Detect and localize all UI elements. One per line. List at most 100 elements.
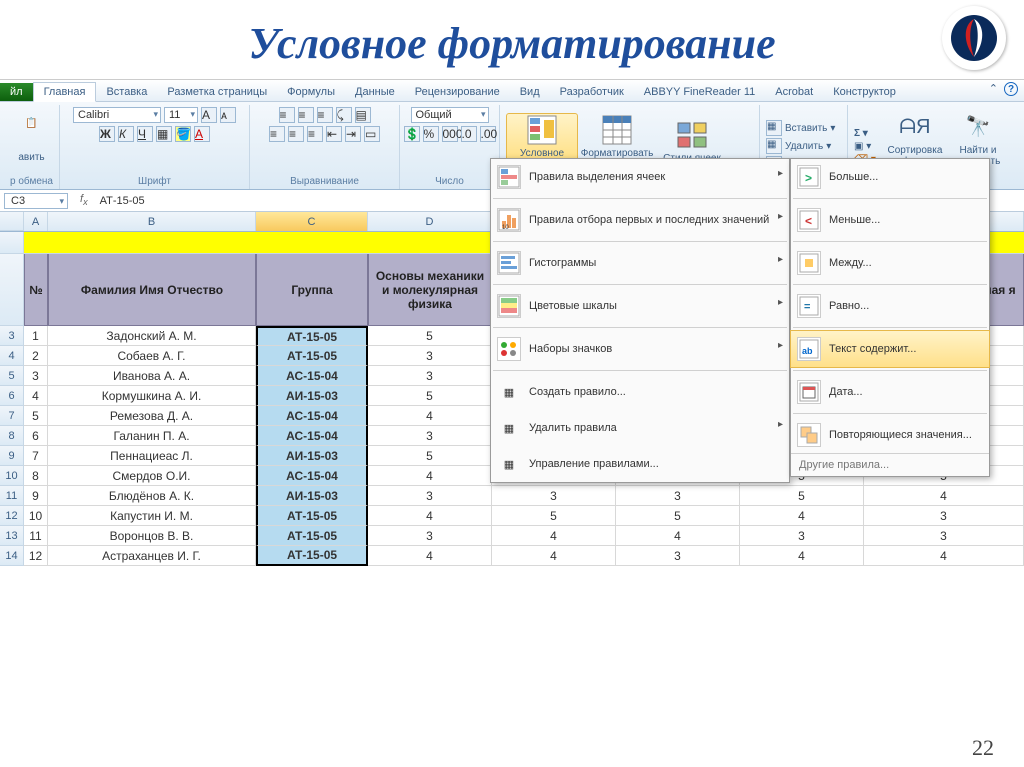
cell-grade1[interactable]: 3 xyxy=(368,426,492,446)
percent-button[interactable]: % xyxy=(423,126,439,142)
row-number[interactable]: 12 xyxy=(0,506,24,526)
cell-grade1[interactable]: 3 xyxy=(368,366,492,386)
cell-group[interactable]: АС-15-04 xyxy=(256,466,368,486)
cell-group[interactable]: АС-15-04 xyxy=(256,406,368,426)
cell-group[interactable]: АИ-15-03 xyxy=(256,446,368,466)
table-row[interactable]: 119Блюдёнов А. К.АИ-15-0333354 xyxy=(0,486,1024,506)
tab-developer[interactable]: Разработчик xyxy=(550,83,634,101)
cell-no[interactable]: 3 xyxy=(24,366,48,386)
cell-no[interactable]: 5 xyxy=(24,406,48,426)
underline-button[interactable]: Ч xyxy=(137,126,153,142)
row-number[interactable]: 10 xyxy=(0,466,24,486)
decrease-decimal-button[interactable]: .00 xyxy=(480,126,496,142)
cell-grade3[interactable]: 5 xyxy=(616,506,740,526)
cell-grade1[interactable]: 5 xyxy=(368,446,492,466)
menu-clear-rules[interactable]: ▦ Удалить правила▸ xyxy=(491,410,789,446)
cell-grade1[interactable]: 3 xyxy=(368,346,492,366)
cell-no[interactable]: 6 xyxy=(24,426,48,446)
cell-grade1[interactable]: 4 xyxy=(368,466,492,486)
cell-grade1[interactable]: 4 xyxy=(368,506,492,526)
cell-no[interactable]: 10 xyxy=(24,506,48,526)
cell-grade6[interactable]: 4 xyxy=(864,486,1024,506)
cell-group[interactable]: АТ-15-05 xyxy=(256,346,368,366)
tab-formulas[interactable]: Формулы xyxy=(277,83,345,101)
cell-grade2[interactable]: 3 xyxy=(492,486,616,506)
minimize-ribbon-icon[interactable]: ⌃ xyxy=(989,82,998,96)
cell-fio[interactable]: Астраханцев И. Г. xyxy=(48,546,256,566)
menu-top-bottom-rules[interactable]: 10 Правила отбора первых и последних зна… xyxy=(491,202,789,238)
cell-grade5[interactable]: 4 xyxy=(740,506,864,526)
col-C[interactable]: C xyxy=(256,212,368,231)
tab-insert[interactable]: Вставка xyxy=(96,83,157,101)
cell-group[interactable]: АТ-15-05 xyxy=(256,506,368,526)
fill-color-button[interactable]: 🪣 xyxy=(175,126,191,142)
cell-grade2[interactable]: 5 xyxy=(492,506,616,526)
tab-file[interactable]: йл xyxy=(0,83,33,101)
row-number[interactable]: 14 xyxy=(0,546,24,566)
cell-group[interactable]: АТ-15-05 xyxy=(256,526,368,546)
autosum-icon[interactable]: Σ ▾ xyxy=(854,128,868,139)
align-top-button[interactable]: ≡ xyxy=(279,107,295,123)
cell-fio[interactable]: Воронцов В. В. xyxy=(48,526,256,546)
comma-style-button[interactable]: 000 xyxy=(442,126,458,142)
fx-icon[interactable]: fx xyxy=(72,193,96,207)
cell-grade3[interactable]: 3 xyxy=(616,486,740,506)
align-middle-button[interactable]: ≡ xyxy=(298,107,314,123)
cell-fio[interactable]: Пеннациеас Л. xyxy=(48,446,256,466)
cell-grade6[interactable]: 3 xyxy=(864,506,1024,526)
row-number[interactable]: 5 xyxy=(0,366,24,386)
submenu-duplicate-values[interactable]: Повторяющиеся значения... xyxy=(791,417,989,453)
table-row[interactable]: 1311Воронцов В. В.АТ-15-0534433 xyxy=(0,526,1024,546)
align-bottom-button[interactable]: ≡ xyxy=(317,107,333,123)
submenu-date[interactable]: Дата... xyxy=(791,374,989,410)
tab-review[interactable]: Рецензирование xyxy=(405,83,510,101)
cell-grade1[interactable]: 4 xyxy=(368,546,492,566)
cell-fio[interactable]: Собаев А. Г. xyxy=(48,346,256,366)
cell-no[interactable]: 7 xyxy=(24,446,48,466)
row-1-num[interactable] xyxy=(0,232,24,254)
col-D[interactable]: D xyxy=(368,212,492,231)
cell-grade3[interactable]: 4 xyxy=(616,526,740,546)
row-2-num[interactable] xyxy=(0,254,24,326)
currency-button[interactable]: 💲 xyxy=(404,126,420,142)
tab-abbyy[interactable]: ABBYY FineReader 11 xyxy=(634,83,766,101)
cell-fio[interactable]: Галанин П. А. xyxy=(48,426,256,446)
tab-data[interactable]: Данные xyxy=(345,83,405,101)
number-format-select[interactable]: Общий xyxy=(411,107,489,123)
cell-no[interactable]: 2 xyxy=(24,346,48,366)
menu-manage-rules[interactable]: ▦ Управление правилами... xyxy=(491,446,789,482)
tab-home[interactable]: Главная xyxy=(33,82,97,102)
row-number[interactable]: 4 xyxy=(0,346,24,366)
row-number[interactable]: 3 xyxy=(0,326,24,346)
cell-fio[interactable]: Задонский А. М. xyxy=(48,326,256,346)
cell-fio[interactable]: Капустин И. М. xyxy=(48,506,256,526)
row-number[interactable]: 9 xyxy=(0,446,24,466)
italic-button[interactable]: К xyxy=(118,126,134,142)
menu-new-rule[interactable]: ▦ Создать правило... xyxy=(491,374,789,410)
tab-acrobat[interactable]: Acrobat xyxy=(765,83,823,101)
cell-group[interactable]: АИ-15-03 xyxy=(256,486,368,506)
row-number[interactable]: 11 xyxy=(0,486,24,506)
help-icon[interactable]: ? xyxy=(1004,82,1018,96)
tab-view[interactable]: Вид xyxy=(510,83,550,101)
cell-grade1[interactable]: 4 xyxy=(368,406,492,426)
row-number[interactable]: 6 xyxy=(0,386,24,406)
increase-indent-button[interactable]: ⇥ xyxy=(345,126,361,142)
cell-group[interactable]: АИ-15-03 xyxy=(256,386,368,406)
align-right-button[interactable]: ≡ xyxy=(307,126,323,142)
cell-grade1[interactable]: 3 xyxy=(368,526,492,546)
tab-design[interactable]: Конструктор xyxy=(823,83,906,101)
menu-data-bars[interactable]: Гистограммы▸ xyxy=(491,245,789,281)
tab-page-layout[interactable]: Разметка страницы xyxy=(157,83,277,101)
cell-grade6[interactable]: 4 xyxy=(864,546,1024,566)
cell-fio[interactable]: Иванова А. А. xyxy=(48,366,256,386)
menu-highlight-rules[interactable]: Правила выделения ячеек▸ xyxy=(491,159,789,195)
submenu-greater-than[interactable]: > Больше... xyxy=(791,159,989,195)
cell-fio[interactable]: Смердов О.И. xyxy=(48,466,256,486)
decrease-font-icon[interactable]: ᴀ xyxy=(220,107,236,123)
fill-icon[interactable]: ▣ ▾ xyxy=(854,141,871,152)
orientation-button[interactable]: ⤹ xyxy=(336,107,352,123)
cell-no[interactable]: 4 xyxy=(24,386,48,406)
cell-grade6[interactable]: 3 xyxy=(864,526,1024,546)
cell-no[interactable]: 8 xyxy=(24,466,48,486)
